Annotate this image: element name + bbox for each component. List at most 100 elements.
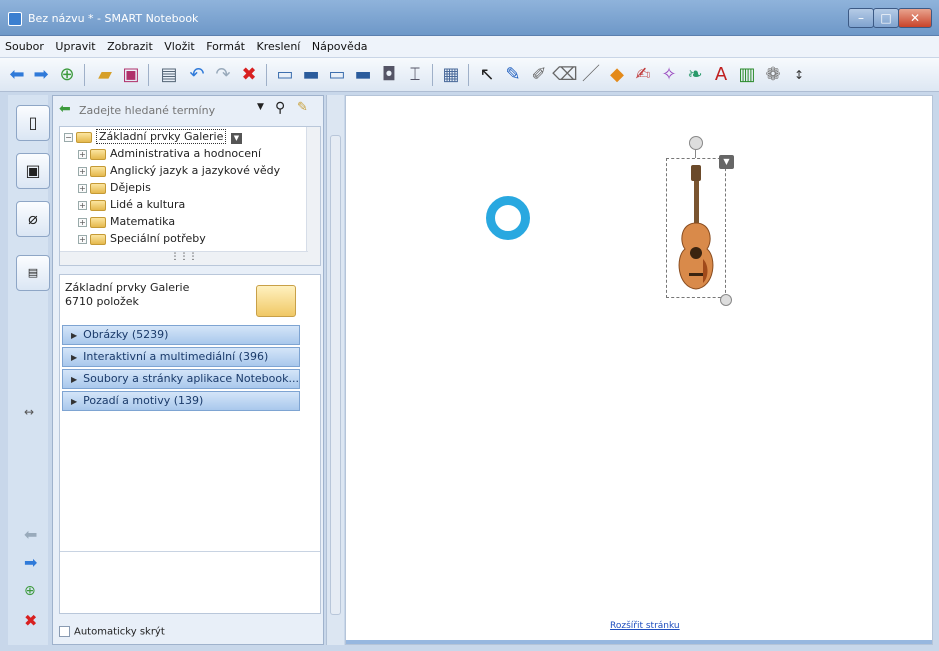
tree-item[interactable]: + Anglický jazyk a jazykové vědy [78, 164, 280, 180]
transparent-background-icon[interactable]: ▭ [324, 63, 350, 87]
autohide-checkbox[interactable] [59, 626, 70, 637]
category-pictures[interactable]: ▶ Obrázky (5239) [62, 325, 300, 345]
move-toolbar-icon[interactable]: ❁ [760, 63, 786, 87]
table-icon[interactable]: ▦ [438, 63, 464, 87]
display-icon[interactable]: ▬ [350, 63, 376, 87]
undo-icon[interactable]: ↶ [184, 63, 210, 87]
tree-root-menu-icon[interactable]: ▼ [230, 133, 242, 144]
folder-icon [90, 165, 106, 177]
properties-tab[interactable]: ▤ [16, 255, 50, 291]
rotate-connector [695, 150, 696, 158]
forward-icon[interactable]: ➡ [28, 63, 54, 87]
shapes-icon[interactable]: ◆ [604, 63, 630, 87]
divider [60, 551, 320, 552]
menu-help[interactable]: Nápověda [307, 36, 371, 53]
gallery-back-icon[interactable]: ⬅ [59, 101, 71, 117]
expand-arrow-icon: ▶ [71, 353, 78, 362]
tree-item[interactable]: + Lidé a kultura [78, 198, 185, 214]
close-window-button[interactable]: ✕ [898, 8, 932, 28]
collection-name: Základní prvky Galerie [65, 281, 190, 294]
minimize-button[interactable]: – [848, 8, 874, 28]
tree-item[interactable]: + Administrativa a hodnocení [78, 147, 261, 163]
full-screen-icon[interactable]: ▬ [298, 63, 324, 87]
guitar-icon [678, 165, 714, 290]
gallery-tab[interactable]: ▣ [16, 153, 50, 189]
gallery-tree: − Základní prvky Galerie ▼ + Administrativ… [59, 126, 321, 266]
category-notebook-files[interactable]: ▶ Soubory a stránky aplikace Notebook... [62, 369, 300, 389]
menu-file[interactable]: Soubor [0, 36, 47, 53]
gallery-edit-icon[interactable]: ✎ [297, 100, 308, 115]
folder-icon [90, 216, 106, 228]
shape-recognition-pen-icon[interactable]: ✍ [630, 63, 656, 87]
gallery-search-input[interactable] [79, 100, 257, 120]
open-folder-icon[interactable]: ▰ [92, 63, 118, 87]
smart-notebook-icon [8, 12, 22, 26]
menu-insert[interactable]: Vložit [159, 36, 197, 53]
menu-view[interactable]: Zobrazit [102, 36, 156, 53]
sidebar-forward-icon[interactable]: ➡ [24, 553, 37, 572]
screen-shade-icon[interactable]: ▭ [272, 63, 298, 87]
menu-bar: Soubor Upravit Zobrazit Vložit Formát Kr… [0, 36, 939, 58]
document-camera-icon[interactable]: ⌶ [402, 63, 428, 87]
maximize-button[interactable]: □ [873, 8, 899, 28]
screen-capture-icon[interactable]: ◘ [376, 63, 402, 87]
scrollbar-thumb[interactable] [330, 135, 341, 615]
tree-item[interactable]: + Speciální potřeby [78, 232, 206, 248]
redo-icon[interactable]: ↷ [210, 63, 236, 87]
text-icon[interactable]: A [708, 63, 734, 87]
expand-arrow-icon: ▶ [71, 331, 78, 340]
pen-icon[interactable]: ✎ [500, 63, 526, 87]
rotate-handle[interactable] [689, 136, 703, 150]
gallery-detail: Základní prvky Galerie 6710 položek ▶ Obr… [59, 274, 321, 614]
category-interactive[interactable]: ▶ Interaktivní a multimediální (396) [62, 347, 300, 367]
folder-icon [90, 233, 106, 245]
selected-guitar-image[interactable] [666, 158, 726, 298]
autohide-option[interactable]: Automaticky skrýt [59, 626, 165, 638]
attachments-tab[interactable]: ⌀ [16, 201, 50, 237]
select-icon[interactable]: ↖ [474, 63, 500, 87]
category-backgrounds[interactable]: ▶ Pozadí a motivy (139) [62, 391, 300, 411]
menu-draw[interactable]: Kreslení [252, 36, 304, 53]
title-bar: Bez názvu * - SMART Notebook – □ ✕ [0, 0, 939, 36]
delete-icon[interactable]: ✖ [236, 63, 262, 87]
magic-pen-icon[interactable]: ✧ [656, 63, 682, 87]
page-sorter-tab[interactable]: ▯ [16, 105, 50, 141]
tree-item[interactable]: + Dějepis [78, 181, 151, 197]
panel-splitter[interactable] [326, 95, 344, 645]
menu-format[interactable]: Formát [201, 36, 248, 53]
sidebar-delete-icon[interactable]: ✖ [24, 611, 37, 630]
ring-shape[interactable] [486, 196, 530, 240]
resize-handle[interactable] [720, 294, 732, 306]
add-page-icon[interactable]: ⊕ [54, 63, 80, 87]
fill-icon[interactable]: ❧ [682, 63, 708, 87]
expand-arrow-icon: ▶ [71, 375, 78, 384]
sidebar-add-page-icon[interactable]: ⊕ [24, 583, 36, 599]
save-icon[interactable]: ▣ [118, 63, 144, 87]
menu-edit[interactable]: Upravit [50, 36, 98, 53]
folder-icon [256, 285, 296, 317]
page-canvas[interactable]: ▼ Rozšířit stránku [345, 95, 933, 645]
page-bottom-edge [346, 640, 932, 644]
back-icon[interactable]: ⬅ [4, 63, 30, 87]
toolbar-position-icon[interactable]: ↕ [786, 63, 812, 87]
tree-vertical-scrollbar[interactable] [306, 127, 320, 265]
tree-horizontal-scrollbar[interactable]: ⋮⋮⋮ [60, 251, 308, 265]
paste-icon[interactable]: ▤ [156, 63, 182, 87]
swap-side-icon[interactable]: ↔ [24, 405, 34, 419]
expand-arrow-icon: ▶ [71, 397, 78, 406]
tree-root[interactable]: − Základní prvky Galerie ▼ [64, 129, 242, 146]
gallery-panel: ⬅ ▼ ⚲ ✎ −Základní prvky Galerie ▼ +Admin… [52, 95, 324, 645]
chevron-down-icon[interactable]: ▼ [257, 102, 264, 112]
line-icon[interactable]: ／ [578, 63, 604, 87]
expand-page-link[interactable]: Rozšířit stránku [610, 621, 680, 631]
sidebar-back-icon[interactable]: ⬅ [24, 525, 37, 544]
object-menu-icon[interactable]: ▼ [719, 155, 734, 169]
creative-pen-icon[interactable]: ✐ [526, 63, 552, 87]
folder-icon [90, 182, 106, 194]
folder-icon [90, 199, 106, 211]
toolbar: ⬅ ➡ ⊕ ▰ ▣ ▤ ↶ ↷ ✖ ▭ ▬ ▭ ▬ ◘ ⌶ ▦ ↖ ✎ ✐ ⌫ … [0, 58, 939, 92]
properties-icon[interactable]: ▥ [734, 63, 760, 87]
search-icon[interactable]: ⚲ [275, 100, 285, 116]
tree-item[interactable]: + Matematika [78, 215, 175, 231]
eraser-icon[interactable]: ⌫ [552, 63, 578, 87]
